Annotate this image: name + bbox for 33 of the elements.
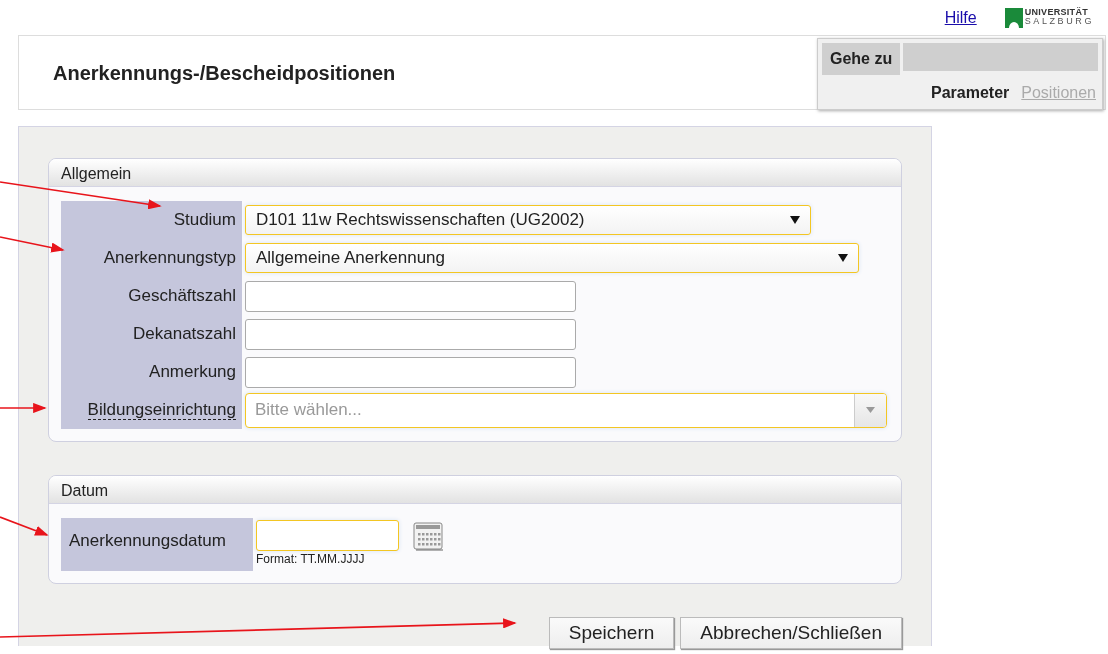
- page-title: Anerkennungs-/Bescheidpositionen: [53, 60, 396, 86]
- field-label: Geschäftszahl: [128, 285, 236, 308]
- field-label: Studium: [173, 209, 236, 232]
- field-label: Dekanatszahl: [133, 323, 236, 346]
- section-header: Allgemein: [49, 159, 901, 187]
- logo-icon: [1004, 7, 1023, 28]
- input-field[interactable]: [245, 318, 576, 350]
- annotation-arrow: [0, 402, 47, 414]
- field-label: Anmerkung: [149, 361, 236, 384]
- input-field[interactable]: [245, 280, 576, 312]
- logo-text: UNIVERSITÄT: [1024, 7, 1089, 17]
- date-field[interactable]: [256, 520, 399, 551]
- field-label: Anerkennungstyp: [103, 247, 236, 270]
- field-label: Anerkennungsdatum: [69, 531, 226, 550]
- caret-icon: [866, 407, 875, 413]
- dropdown[interactable]: D101 11w Rechtswissenschaften (UG2002): [245, 205, 811, 235]
- logo-text: SALZBURG: [1024, 16, 1094, 26]
- caret-icon: [838, 254, 848, 262]
- field-label: Bildungseinrichtung: [87, 399, 236, 421]
- format-hint: Format: TT.MM.JJJJ: [256, 553, 366, 567]
- annotation-arrow: [0, 236, 65, 253]
- calendar-icon[interactable]: [413, 522, 444, 551]
- goto-label: Gehe zu: [822, 43, 901, 75]
- form-button[interactable]: Abbrechen/Schließen: [680, 617, 902, 649]
- goto-field[interactable]: [903, 43, 1098, 71]
- caret-icon: [790, 216, 800, 224]
- section-header: Datum: [49, 476, 901, 504]
- input-field[interactable]: [245, 356, 576, 388]
- form-button[interactable]: Speichern: [548, 617, 675, 649]
- annotation-arrow: [0, 516, 49, 536]
- goto-link[interactable]: Parameter: [931, 81, 1010, 105]
- help-link[interactable]: Hilfe: [944, 5, 977, 30]
- dropdown[interactable]: Allgemeine Anerkennung: [245, 243, 859, 273]
